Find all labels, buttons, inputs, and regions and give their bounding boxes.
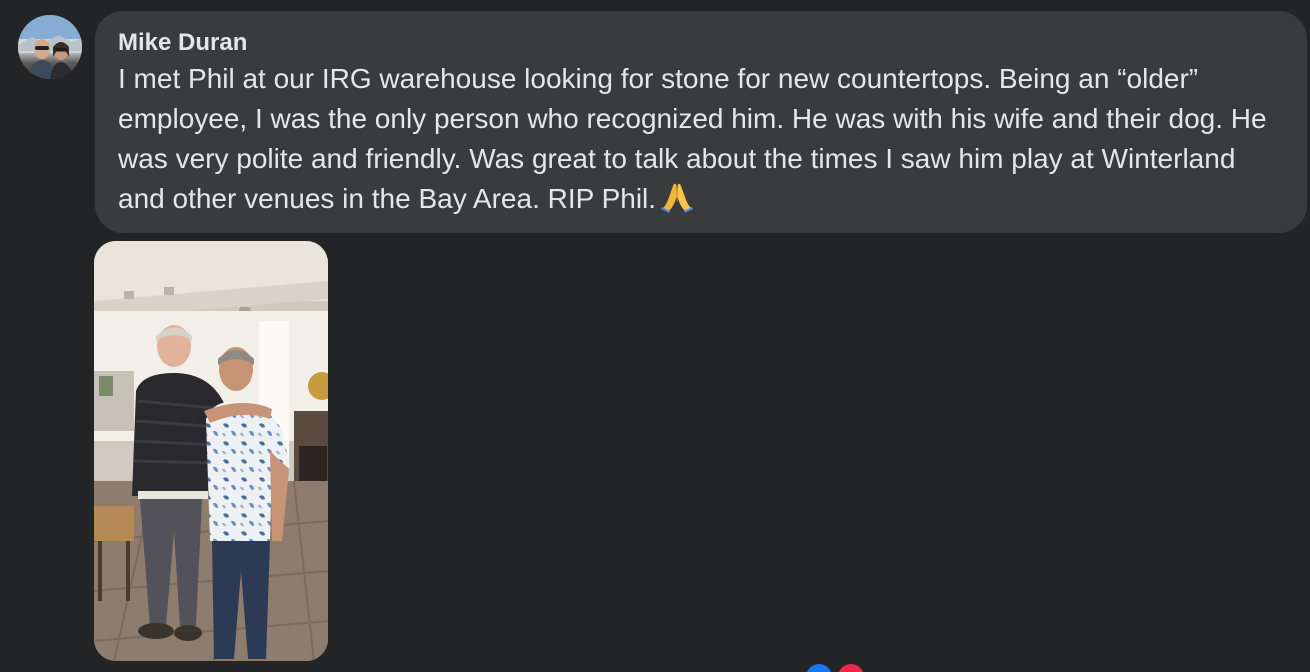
love-reaction-icon[interactable] [838,664,864,672]
comment-author-name[interactable]: Mike Duran [118,27,1285,59]
avatar-photo [18,15,82,79]
comment-photo-attachment[interactable] [94,241,328,661]
comment-thread: Mike Duran I met Phil at our IRG warehou… [0,0,1310,672]
comment-body: I met Phil at our IRG warehouse looking … [118,59,1285,219]
folded-hands-icon [660,180,694,214]
like-reaction-icon[interactable] [806,664,832,672]
avatar[interactable] [18,15,82,79]
photo-image [94,241,328,661]
comment-bubble: Mike Duran I met Phil at our IRG warehou… [95,11,1307,233]
